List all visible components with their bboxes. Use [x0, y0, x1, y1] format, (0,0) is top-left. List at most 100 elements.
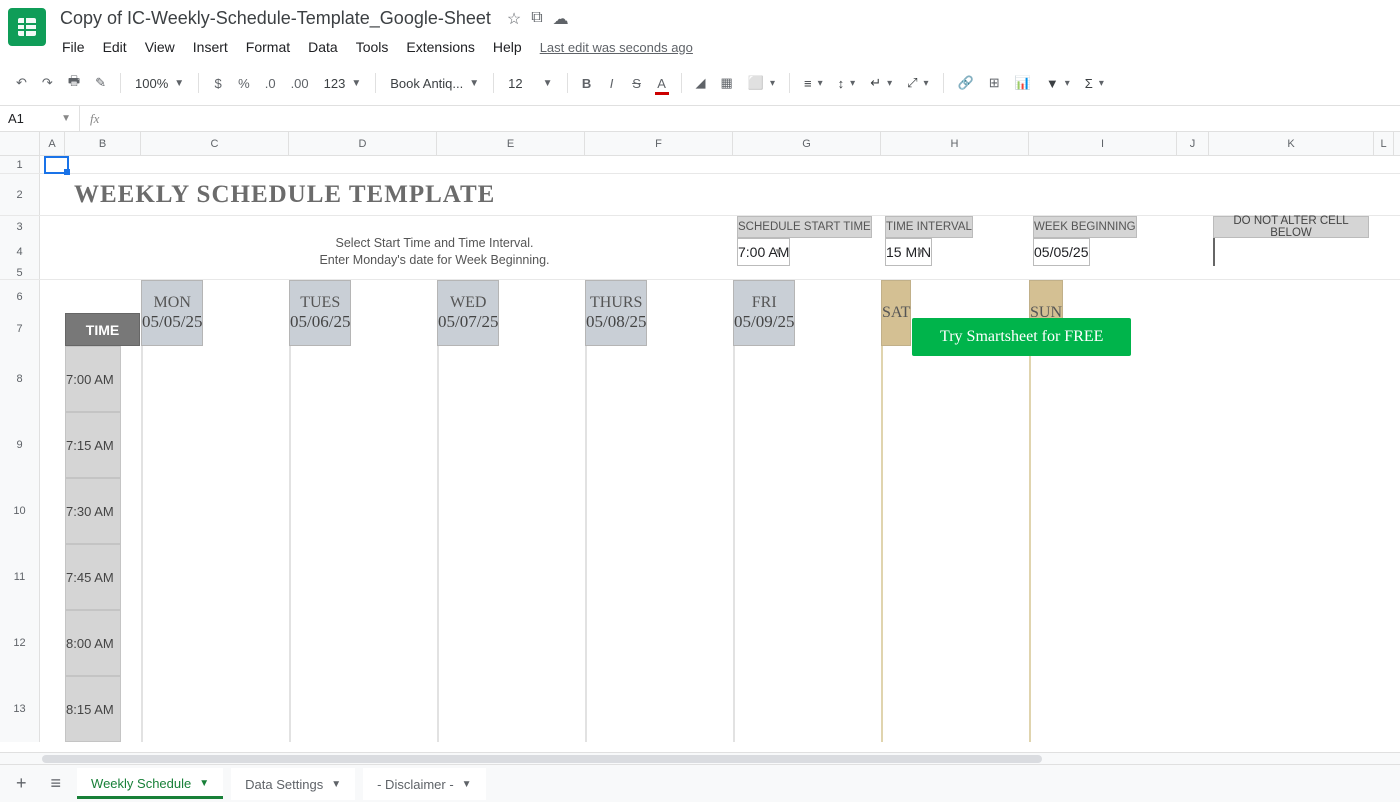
- slot-cell[interactable]: [881, 478, 1029, 544]
- row-header[interactable]: 8: [0, 346, 40, 412]
- number-format-select[interactable]: 123▼: [318, 73, 368, 94]
- strikethrough-icon[interactable]: S: [626, 71, 648, 96]
- merge-cells-select[interactable]: ⬜▾: [742, 72, 781, 94]
- slot-cell[interactable]: [437, 478, 585, 544]
- slot-cell[interactable]: [141, 676, 289, 742]
- cell[interactable]: [40, 174, 65, 215]
- insert-link-icon[interactable]: 🔗: [952, 70, 980, 96]
- cell[interactable]: TUES05/06/25: [289, 280, 437, 346]
- cell[interactable]: MON05/05/25: [141, 280, 289, 346]
- cell[interactable]: [65, 156, 1225, 173]
- col-header[interactable]: C: [141, 132, 289, 155]
- time-cell[interactable]: 8:15 AM: [65, 676, 141, 742]
- slot-cell[interactable]: [585, 544, 733, 610]
- spreadsheet-grid[interactable]: A B C D E F G H I J K L 1 2 WEEKLY SCHED…: [0, 132, 1400, 752]
- col-header[interactable]: L: [1374, 132, 1394, 155]
- slot-cell[interactable]: [1029, 412, 1177, 478]
- slot-cell[interactable]: [881, 676, 1029, 742]
- time-cell[interactable]: 8:00 AM: [65, 610, 141, 676]
- sheets-logo-icon[interactable]: [8, 8, 46, 46]
- slot-cell[interactable]: [437, 676, 585, 742]
- row-header[interactable]: 11: [0, 544, 40, 610]
- move-icon[interactable]: ⧉: [531, 9, 542, 29]
- formula-input[interactable]: [109, 106, 1400, 131]
- col-header[interactable]: A: [40, 132, 65, 155]
- slot-cell[interactable]: [141, 478, 289, 544]
- currency-icon[interactable]: $: [207, 71, 229, 96]
- redo-icon[interactable]: ↷: [36, 70, 59, 96]
- text-rotation-select[interactable]: ⤢▾: [901, 72, 934, 94]
- fill-color-icon[interactable]: ◢: [690, 70, 712, 96]
- cell[interactable]: [40, 156, 65, 173]
- slot-cell[interactable]: [289, 346, 437, 412]
- col-header[interactable]: G: [733, 132, 881, 155]
- col-header[interactable]: F: [585, 132, 733, 155]
- cell[interactable]: DO NOT ALTER CELL BELOW: [1209, 216, 1374, 238]
- row-header[interactable]: 2: [0, 174, 40, 215]
- menu-data[interactable]: Data: [300, 35, 346, 59]
- italic-icon[interactable]: I: [601, 71, 623, 96]
- sheet-tab-data-settings[interactable]: Data Settings▼: [231, 768, 355, 800]
- last-edit-link[interactable]: Last edit was seconds ago: [540, 40, 693, 55]
- menu-edit[interactable]: Edit: [95, 35, 135, 59]
- time-cell[interactable]: 7:45 AM: [65, 544, 141, 610]
- row-header[interactable]: 12: [0, 610, 40, 676]
- start-time-dropdown[interactable]: 7:00 AM▼: [733, 238, 881, 266]
- row-header[interactable]: 4: [0, 238, 40, 266]
- slot-cell[interactable]: [881, 610, 1029, 676]
- slot-cell[interactable]: [1029, 544, 1177, 610]
- slot-cell[interactable]: [881, 544, 1029, 610]
- col-header[interactable]: J: [1177, 132, 1209, 155]
- smartsheet-promo-button[interactable]: Try Smartsheet for FREE: [912, 318, 1131, 356]
- slot-cell[interactable]: [881, 412, 1029, 478]
- menu-insert[interactable]: Insert: [185, 35, 236, 59]
- col-header[interactable]: E: [437, 132, 585, 155]
- week-begin-cell[interactable]: 05/05/25: [1029, 238, 1177, 266]
- slot-cell[interactable]: [585, 676, 733, 742]
- paint-format-icon[interactable]: ✎: [89, 70, 112, 96]
- interval-dropdown[interactable]: 15 MIN▼: [881, 238, 1029, 266]
- sheet-tab-disclaimer[interactable]: - Disclaimer -▼: [363, 768, 485, 800]
- slot-cell[interactable]: [141, 544, 289, 610]
- insert-comment-icon[interactable]: ⊞: [983, 70, 1006, 96]
- col-header[interactable]: B: [65, 132, 141, 155]
- cloud-icon[interactable]: ☁: [553, 9, 569, 29]
- horizontal-scrollbar[interactable]: [0, 752, 1400, 764]
- slot-cell[interactable]: [437, 544, 585, 610]
- font-size-select[interactable]: 12▼: [502, 73, 558, 94]
- menu-format[interactable]: Format: [238, 35, 298, 59]
- slot-cell[interactable]: [733, 544, 881, 610]
- slot-cell[interactable]: [585, 610, 733, 676]
- add-sheet-icon[interactable]: +: [8, 767, 35, 800]
- time-cell[interactable]: 7:15 AM: [65, 412, 141, 478]
- cell[interactable]: SCHEDULE START TIME: [733, 216, 881, 238]
- borders-icon[interactable]: ▦: [715, 70, 739, 96]
- slot-cell[interactable]: [141, 346, 289, 412]
- slot-cell[interactable]: [1029, 676, 1177, 742]
- row-header[interactable]: 1: [0, 156, 40, 173]
- filter-select[interactable]: ▼▾: [1040, 73, 1076, 94]
- slot-cell[interactable]: [585, 346, 733, 412]
- slot-cell[interactable]: [289, 544, 437, 610]
- font-family-select[interactable]: Book Antiq...▼: [384, 73, 485, 94]
- row-header[interactable]: 67: [0, 280, 40, 346]
- cell[interactable]: WEEK BEGINNING: [1029, 216, 1177, 238]
- cell[interactable]: TIME INTERVAL: [881, 216, 1029, 238]
- row-header[interactable]: 10: [0, 478, 40, 544]
- slot-cell[interactable]: [141, 412, 289, 478]
- slot-cell[interactable]: [733, 610, 881, 676]
- bold-icon[interactable]: B: [576, 71, 598, 96]
- horizontal-align-select[interactable]: ≡▾: [798, 73, 829, 94]
- slot-cell[interactable]: [733, 478, 881, 544]
- zoom-select[interactable]: 100%▼: [129, 73, 190, 94]
- slot-cell[interactable]: [733, 346, 881, 412]
- col-header[interactable]: D: [289, 132, 437, 155]
- col-header[interactable]: H: [881, 132, 1029, 155]
- percent-icon[interactable]: %: [232, 71, 256, 96]
- row-header[interactable]: 13: [0, 676, 40, 742]
- cell[interactable]: TIME: [65, 280, 141, 346]
- menu-tools[interactable]: Tools: [348, 35, 397, 59]
- slot-cell[interactable]: [289, 478, 437, 544]
- cell[interactable]: WED05/07/25: [437, 280, 585, 346]
- slot-cell[interactable]: [289, 412, 437, 478]
